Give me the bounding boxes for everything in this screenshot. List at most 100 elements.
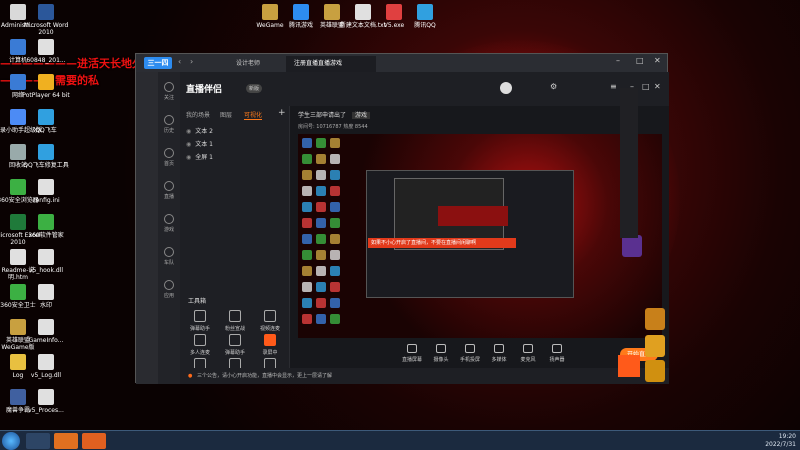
eye-icon[interactable]: ◉ [186,128,191,135]
desktop-icon-label: config.ini [32,197,60,204]
desktop.icons_left2-icon [38,4,54,20]
preview-desktop-icon [330,282,340,292]
room-title: 学生三部申请出了 游戏 [298,110,370,119]
source-button[interactable]: 手机投屏 [456,344,484,363]
desktop-icon[interactable]: v5_Log.dll [20,354,72,379]
tool-button[interactable]: 弹幕助手 [219,334,251,356]
layer-label: 文本 1 [195,141,213,148]
rail-item[interactable]: 直播 [158,181,180,200]
desktop-icon-label: 60848_201... [26,57,66,64]
scene-panel: 我的场景 图层 可视化 + ◉ 文本 2 ◉ 文本 1 ◉ 全屏 1 工具箱 弹幕助手 粉丝… [180,106,290,384]
desktop-icon[interactable]: PotPlayer 64 bit [20,74,72,99]
taskbar-explorer[interactable] [26,433,50,449]
preview-desktop-icon [302,154,312,164]
rail-item[interactable]: 游戏 [158,214,180,233]
game-icon[interactable] [645,308,665,330]
desktop-icon[interactable]: GameInfo... [20,319,72,344]
clock[interactable]: 19:20 2022/7/31 [765,433,796,449]
preview-desktop-icon [330,138,340,148]
desktop.icons_left2-icon [38,179,54,195]
game-icon[interactable] [645,360,665,382]
source-button[interactable]: 麦克风 [514,344,542,363]
layer-item[interactable]: ◉ 全屏 1 [186,152,213,161]
tab-my-scene[interactable]: 我的场景 [186,110,210,119]
source-icon [465,344,475,353]
tool-button[interactable]: 弹幕助手 [184,310,216,332]
desktop-icon[interactable]: v5_hook.dll [20,249,72,274]
tool-button[interactable]: 多人连麦 [184,334,216,356]
live-preview[interactable]: 如果不小心开启了直播间，不要在直播间闲聊啊 [298,134,662,338]
source-button[interactable]: 摄像头 [427,344,455,363]
tool-button[interactable]: 录屏中 [254,334,286,356]
rail-label: 历史 [163,128,174,134]
browser-window[interactable]: 三一四 ‹ › 设计老师 注册直播直播游戏 – □ ✕ 关注 历史 首页 直播 游戏 车队… [135,53,669,384]
desktop.icons_left2-icon [38,144,54,160]
rail-item[interactable]: 历史 [158,115,180,134]
preview-desktop-icon [302,314,312,324]
rail-item[interactable]: 车队 [158,247,180,266]
tool-icon [264,334,276,346]
layer-item[interactable]: ◉ 文本 1 [186,139,213,148]
version-badge: 新版 [246,84,263,93]
source-button[interactable]: 直播屏幕 [398,344,426,363]
menu-icon[interactable]: ≡ [610,82,617,91]
rail-item[interactable]: 首页 [158,148,180,167]
source-button[interactable]: 扬声器 [543,344,571,363]
tool-button[interactable]: 视频连麦 [254,310,286,332]
desktop-icon[interactable]: 60848_201... [20,39,72,64]
source-icon [552,344,562,353]
rail-item[interactable]: 关注 [158,82,180,101]
settings-icon[interactable]: ⚙ [550,82,557,91]
room-meta: 房间号: 10716787 热度 8544 [298,124,368,130]
tool-button[interactable]: 粉丝宣战 [219,310,251,332]
close-icon[interactable]: ✕ [654,56,661,65]
tool-label: 多人连麦 [189,350,210,356]
start-button[interactable] [2,432,20,450]
tab-visual[interactable]: 可视化 [244,110,263,120]
preview-red-block [438,206,508,226]
back-icon[interactable]: ‹ [178,57,181,66]
maximize-icon[interactable]: □ [642,82,650,91]
layer-item[interactable]: ◉ 文本 2 [186,126,213,135]
desktop-icon[interactable]: 水印 [20,284,72,309]
desktop-icon[interactable]: v5_Proces... [20,389,72,414]
taskbar-app-orange[interactable] [54,433,78,449]
source-button[interactable]: 多媒体 [485,344,513,363]
eye-icon[interactable]: ◉ [186,141,191,148]
tool-icon [229,310,241,322]
preview-desktop-icon [302,218,312,228]
desktop-icon[interactable]: QQ飞车 [20,109,72,134]
app-title: 直播伴侣 [186,85,223,95]
game-icon[interactable] [622,235,642,257]
tab-layers[interactable]: 图层 [220,110,232,119]
desktop.icons_left2-icon [38,39,54,55]
add-icon[interactable]: + [278,108,286,118]
rail-item[interactable]: 应用 [158,280,180,299]
game-icon[interactable] [645,335,665,357]
desktop-icon[interactable]: config.ini [20,179,72,204]
minimize-icon[interactable]: – [616,56,620,65]
maximize-icon[interactable]: □ [636,56,644,65]
preview-desktop-icon [316,298,326,308]
avatar[interactable] [500,82,512,94]
eye-icon[interactable]: ◉ [186,154,191,161]
taskbar-app-orange[interactable] [82,433,106,449]
rail-label: 车队 [163,260,174,266]
room-tag[interactable]: 游戏 [351,112,370,119]
desktop-icon[interactable]: QQ飞车修复工具 [20,144,72,169]
preview-desktop-icon [302,186,312,196]
orange-tab[interactable] [618,355,640,377]
desktop-icon-label: v5_Log.dll [30,372,62,379]
desktop-icon[interactable]: 360软件管家 [20,214,72,239]
tab-designer[interactable]: 设计老师 [228,56,268,72]
taskbar: 19:20 2022/7/31 [0,430,800,450]
preview-desktop-icon [330,298,340,308]
preview-desktop-icon [302,202,312,212]
close-icon[interactable]: ✕ [654,82,661,91]
desktop-icon[interactable]: Microsoft Word 2010 [20,4,72,36]
tab-live[interactable]: 注册直播直播游戏 [286,56,376,72]
forward-icon[interactable]: › [190,57,193,66]
preview-desktop-icon [330,234,340,244]
desktop-icon[interactable]: 腾讯QQ [399,4,451,29]
desktop: ———————进活天长地久 ————，需要的私 Administr...计算机网… [0,0,800,450]
